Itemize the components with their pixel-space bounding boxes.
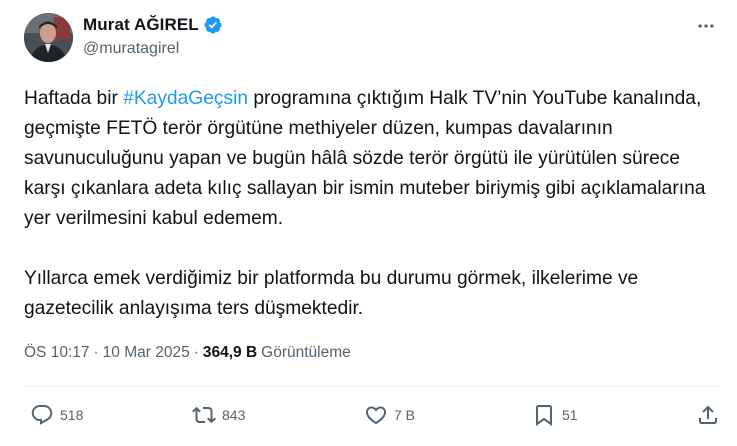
- hashtag-link[interactable]: #KaydaGeçsin: [123, 88, 248, 109]
- author-handle[interactable]: @muratagirel: [83, 40, 179, 58]
- tweet-meta: ÖS 10:17 · 10 Mar 2025 · 364,9 B Görüntü…: [24, 344, 351, 362]
- reply-bubble-icon: [30, 403, 54, 427]
- tweet-date[interactable]: 10 Mar 2025: [103, 344, 190, 362]
- share-upload-icon: [696, 403, 720, 427]
- verified-badge-icon[interactable]: [203, 15, 223, 35]
- like-count: 7 B: [394, 407, 416, 423]
- like-button[interactable]: 7 B: [364, 400, 415, 430]
- more-horizontal-icon[interactable]: [694, 14, 718, 38]
- action-bar: 518 843 7 B 51: [24, 400, 719, 430]
- tweet-card: Murat AĞIREL @muratagirel Haftada bir #K…: [0, 0, 737, 446]
- share-button[interactable]: [696, 400, 720, 430]
- author-name-row: Murat AĞIREL: [83, 15, 223, 35]
- repost-count: 843: [222, 407, 246, 423]
- meta-separator: ·: [193, 344, 199, 361]
- divider: [24, 386, 719, 387]
- tweet-paragraph-1: Haftada bir #KaydaGeçsin programına çıkt…: [24, 84, 724, 234]
- tweet-text-post: programına çıktığım Halk TV’nin YouTube …: [24, 88, 706, 229]
- avatar[interactable]: [24, 13, 73, 62]
- bookmark-count: 51: [562, 407, 578, 423]
- bookmark-button[interactable]: 51: [532, 400, 578, 430]
- bookmark-icon: [532, 403, 556, 427]
- tweet-time[interactable]: ÖS 10:17: [24, 344, 90, 362]
- tweet-paragraph-2: Yıllarca emek verdiğimiz bir platformda …: [24, 268, 639, 319]
- repost-arrows-icon: [192, 403, 216, 427]
- heart-icon: [364, 403, 388, 427]
- reply-button[interactable]: 518: [30, 400, 83, 430]
- meta-separator: ·: [93, 344, 99, 361]
- views-count: 364,9 B: [202, 344, 258, 361]
- views-label: Görüntüleme: [261, 344, 351, 361]
- repost-button[interactable]: 843: [192, 400, 245, 430]
- tweet-text-pre: Haftada bir: [24, 88, 124, 109]
- author-display-name[interactable]: Murat AĞIREL: [83, 15, 199, 35]
- tweet-text: Haftada bir #KaydaGeçsin programına çıkt…: [24, 84, 724, 324]
- reply-count: 518: [60, 407, 84, 423]
